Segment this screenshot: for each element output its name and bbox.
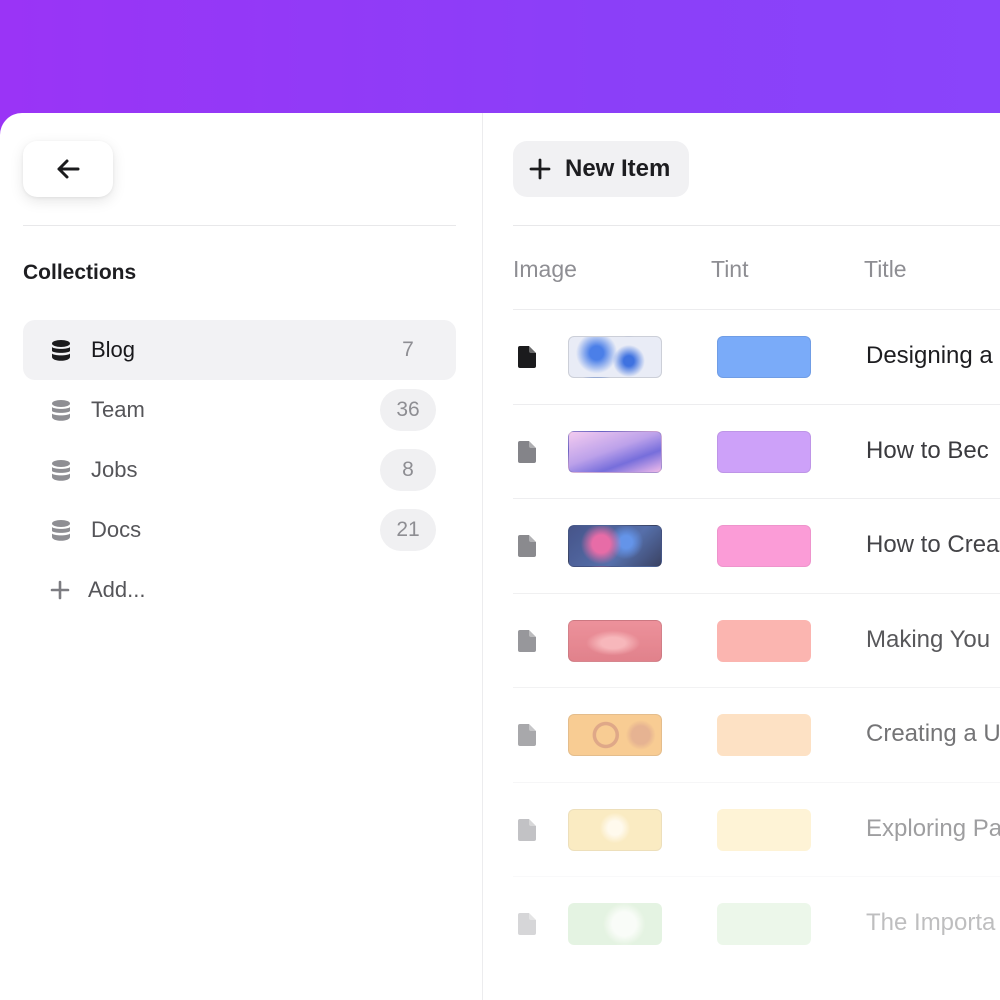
collection-label: Team <box>91 397 145 422</box>
collections-heading: Collections <box>23 261 137 284</box>
plus-icon <box>50 580 70 600</box>
new-item-label: New Item <box>565 155 671 182</box>
table-row[interactable]: Creating a U <box>513 687 1000 782</box>
document-icon <box>518 629 536 652</box>
collection-label: Blog <box>91 337 136 362</box>
collection-label: Docs <box>91 517 142 542</box>
row-tint-swatch <box>717 619 811 662</box>
arrow-left-icon <box>57 159 80 179</box>
row-thumbnail-image <box>568 619 662 662</box>
row-title: Making You <box>866 625 991 653</box>
row-tint-swatch <box>717 903 811 945</box>
row-thumbnail-image <box>568 903 662 945</box>
new-item-button[interactable]: New Item <box>513 141 690 197</box>
column-header-image[interactable]: Image <box>513 256 577 283</box>
collection-count-badge: 7 <box>402 338 414 361</box>
collection-item-jobs[interactable]: Jobs 8 <box>23 440 456 500</box>
column-header-tint[interactable]: Tint <box>711 256 749 283</box>
sidebar-divider <box>23 225 456 226</box>
row-thumbnail-image <box>568 336 662 378</box>
collection-label: Jobs <box>91 457 138 482</box>
table-row[interactable]: Designing a <box>513 309 1000 404</box>
back-button[interactable] <box>23 141 113 197</box>
main-content: New Item Image Tint Title Designing a Ho… <box>483 113 1000 1000</box>
document-icon <box>518 440 536 463</box>
main-divider <box>513 225 1000 226</box>
row-thumbnail-image <box>568 714 662 756</box>
collection-item-team[interactable]: Team 36 <box>23 380 456 440</box>
row-title: Exploring Pa <box>866 814 1000 842</box>
table-row[interactable]: Exploring Pa <box>513 781 1000 877</box>
row-tint-swatch <box>717 336 811 378</box>
row-tint-swatch <box>717 525 811 567</box>
add-collection-button[interactable]: Add... <box>23 560 456 620</box>
collection-count-badge: 36 <box>380 389 436 431</box>
document-icon <box>518 535 536 557</box>
column-header-title[interactable]: Title <box>864 256 907 283</box>
row-tint-swatch <box>717 714 811 756</box>
table-row[interactable]: How to Crea <box>513 498 1000 593</box>
table-row[interactable]: The Importa <box>513 876 1000 971</box>
add-collection-label: Add... <box>88 577 146 602</box>
collection-count-badge: 21 <box>380 509 436 551</box>
database-icon <box>51 339 71 361</box>
plus-icon <box>529 158 551 180</box>
database-icon <box>51 459 71 481</box>
row-thumbnail-image <box>568 430 662 473</box>
collection-item-blog[interactable]: Blog 7 <box>23 320 456 380</box>
row-tint-swatch <box>717 808 811 851</box>
table-body: Designing a How to Bec How to Crea Makin… <box>513 309 1000 971</box>
database-icon <box>51 519 71 541</box>
app-panel: Collections Blog 7 Team 36 Jobs 8 Docs 2… <box>0 113 1000 1000</box>
collection-item-docs[interactable]: Docs 21 <box>23 500 456 560</box>
collection-list: Blog 7 Team 36 Jobs 8 Docs 21 Add... <box>23 320 456 620</box>
row-tint-swatch <box>717 430 811 473</box>
document-icon <box>518 818 536 841</box>
row-title: Designing a <box>866 342 993 369</box>
document-icon <box>518 913 536 935</box>
database-icon <box>51 399 71 421</box>
row-title: How to Crea <box>866 531 1000 558</box>
table-row[interactable]: How to Bec <box>513 403 1000 499</box>
row-thumbnail-image <box>568 525 662 567</box>
table-row[interactable]: Making You <box>513 592 1000 688</box>
document-icon <box>518 724 536 746</box>
collection-count-badge: 8 <box>380 449 436 491</box>
row-title: The Importa <box>866 909 996 936</box>
row-title: How to Bec <box>866 436 989 464</box>
row-title: Creating a U <box>866 720 1000 747</box>
sidebar: Collections Blog 7 Team 36 Jobs 8 Docs 2… <box>0 113 483 1000</box>
row-thumbnail-image <box>568 808 662 851</box>
document-icon <box>518 346 536 368</box>
